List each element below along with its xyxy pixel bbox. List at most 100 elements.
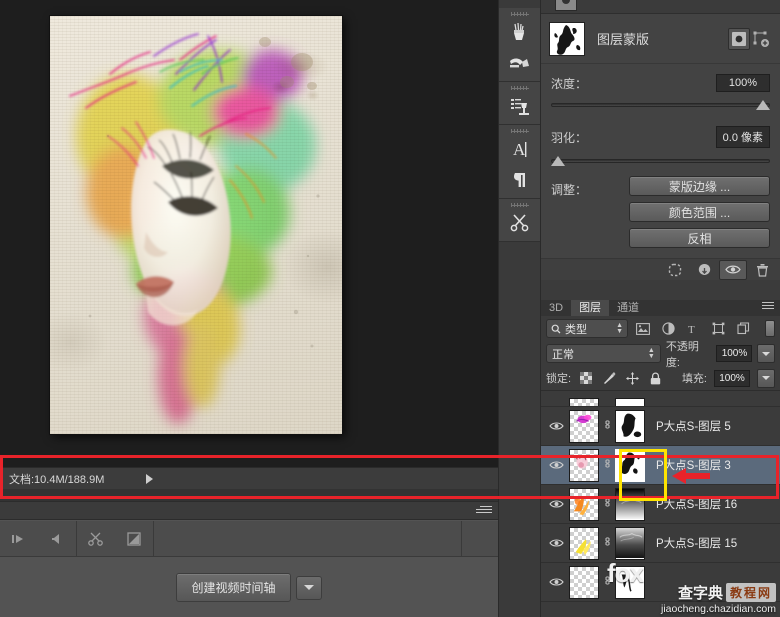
feather-value[interactable]: 0.0 像素 xyxy=(715,126,770,148)
layer-filter-select[interactable]: 类型 ▲ ▼ xyxy=(546,319,628,338)
tab-3d[interactable]: 3D xyxy=(541,300,571,316)
density-slider-track xyxy=(551,103,770,107)
document-status-bar[interactable]: 文档:10.4M/188.9M xyxy=(0,467,498,489)
fill-dropdown[interactable] xyxy=(757,368,775,388)
fill-value[interactable]: 100% xyxy=(714,369,750,387)
layer-name[interactable]: P大点S-图层 5 xyxy=(656,418,731,434)
type-tool[interactable]: A xyxy=(499,133,540,164)
link-icon[interactable] xyxy=(599,418,615,434)
layer-mask-thumbnail[interactable] xyxy=(615,487,645,521)
smartobject-filter-icon[interactable] xyxy=(733,319,753,338)
feather-slider-knob[interactable] xyxy=(551,156,565,166)
brush-tool[interactable] xyxy=(499,16,540,47)
shape-filter-icon[interactable] xyxy=(708,319,728,338)
gradient-tool[interactable] xyxy=(499,47,540,78)
layer-visibility-toggle[interactable] xyxy=(543,577,569,587)
photoshop-window: 文档:10.4M/188.9M 创建视频时间轴 A 图层蒙版 浓度： 100% … xyxy=(0,0,780,617)
tool-group-type: A xyxy=(499,125,540,199)
layer-name[interactable]: P大点S-图层 15 xyxy=(656,535,737,551)
link-icon[interactable] xyxy=(599,457,615,473)
layer-visibility-toggle[interactable] xyxy=(543,421,569,431)
layers-tab-bar: 3D 图层 通道 xyxy=(541,300,780,316)
create-video-timeline-button[interactable]: 创建视频时间轴 xyxy=(176,573,291,602)
tool-group-slice xyxy=(499,199,540,242)
tab-channels[interactable]: 通道 xyxy=(609,300,647,316)
toggle-mask-icon[interactable] xyxy=(719,259,747,280)
density-slider-knob[interactable] xyxy=(756,100,770,110)
canvas-area[interactable] xyxy=(0,0,498,467)
table-row[interactable]: P大点S-图层 15 xyxy=(541,524,780,563)
panel-menu-icon[interactable] xyxy=(476,506,492,517)
opacity-label: 不透明度: xyxy=(665,340,699,369)
audio-button[interactable] xyxy=(38,521,76,557)
tool-group-grip[interactable] xyxy=(499,8,540,16)
layer-mask-thumbnail[interactable] xyxy=(615,409,645,443)
layer-visibility-toggle[interactable] xyxy=(543,499,569,509)
link-icon[interactable] xyxy=(599,496,615,512)
pixel-mask-button[interactable] xyxy=(728,27,750,50)
apply-mask-icon[interactable] xyxy=(690,260,718,280)
invert-button[interactable]: 反相 xyxy=(629,228,770,248)
tab-layers[interactable]: 图层 xyxy=(571,300,610,316)
layer-mask-thumbnail[interactable] xyxy=(549,21,585,56)
adjustment-filter-icon[interactable] xyxy=(658,319,678,338)
transition-button[interactable] xyxy=(115,521,153,557)
layer-thumbnail[interactable] xyxy=(569,565,599,599)
layer-mask-thumbnail[interactable] xyxy=(615,526,645,560)
lock-position-icon[interactable] xyxy=(624,370,640,386)
layer-row-partial[interactable] xyxy=(541,397,780,407)
layer-thumbnail[interactable] xyxy=(569,487,599,521)
timeline-track-area[interactable] xyxy=(154,521,461,557)
opacity-value[interactable]: 100% xyxy=(716,345,753,362)
history-brush-tool[interactable] xyxy=(499,90,540,121)
link-icon[interactable] xyxy=(599,535,615,551)
tool-group-grip-4[interactable] xyxy=(499,199,540,207)
properties-panel: 图层蒙版 浓度： 100% 羽化： 0.0 像素 调整： 蒙版边缘 ... 颜色… xyxy=(541,14,780,280)
play-button[interactable] xyxy=(0,521,38,557)
artboard[interactable] xyxy=(50,16,342,434)
layer-visibility-toggle[interactable] xyxy=(543,538,569,548)
lock-image-icon[interactable] xyxy=(601,370,617,386)
layer-mask-thumbnail-partial[interactable] xyxy=(615,398,645,406)
load-selection-icon[interactable] xyxy=(661,260,689,280)
create-timeline-dropdown[interactable] xyxy=(295,575,322,600)
create-timeline-row: 创建视频时间轴 xyxy=(0,557,498,617)
vector-mask-button[interactable] xyxy=(750,28,772,50)
feather-row: 羽化： 0.0 像素 xyxy=(541,112,780,168)
table-row[interactable]: P大点S-图层 3 xyxy=(541,446,780,485)
table-row[interactable]: P大点S-图层 16 xyxy=(541,485,780,524)
blend-mode-select[interactable]: 正常 ▲ ▼ xyxy=(546,344,661,363)
type-filter-icon[interactable]: T xyxy=(683,319,703,338)
layer-thumbnail-partial[interactable] xyxy=(569,398,599,406)
layer-thumbnail[interactable] xyxy=(569,409,599,443)
properties-footer xyxy=(541,258,780,280)
play-triangle-icon[interactable] xyxy=(146,473,154,484)
feather-slider[interactable] xyxy=(551,154,770,168)
canvas-horizontal-scrollbar[interactable] xyxy=(0,489,498,501)
density-slider[interactable] xyxy=(551,98,770,112)
opacity-dropdown[interactable] xyxy=(757,344,775,363)
properties-title: 图层蒙版 xyxy=(597,32,650,47)
layer-visibility-toggle[interactable] xyxy=(543,460,569,470)
lock-transparency-icon[interactable] xyxy=(578,370,594,386)
artwork-image xyxy=(69,33,320,424)
lock-all-icon[interactable] xyxy=(647,370,663,386)
tool-group-grip-3[interactable] xyxy=(499,125,540,133)
filter-enable-toggle[interactable] xyxy=(765,320,775,337)
mask-edge-button[interactable]: 蒙版边缘 ... xyxy=(629,176,770,196)
table-row[interactable]: P大点S-图层 5 xyxy=(541,407,780,446)
properties-top-strip: 蒙版 xyxy=(541,0,780,14)
tool-group-grip-2[interactable] xyxy=(499,82,540,90)
delete-mask-icon[interactable] xyxy=(748,260,776,280)
color-range-button[interactable]: 颜色范围 ... xyxy=(629,202,770,222)
paragraph-tool[interactable] xyxy=(499,164,540,195)
layer-thumbnail[interactable] xyxy=(569,526,599,560)
panel-menu-icon[interactable] xyxy=(762,302,776,312)
layer-thumbnail[interactable] xyxy=(569,448,599,482)
layer-name[interactable]: P大点S-图层 16 xyxy=(656,496,737,512)
image-filter-icon[interactable] xyxy=(633,319,653,338)
layer-mask-thumbnail[interactable] xyxy=(615,448,645,482)
slice-tool[interactable] xyxy=(499,207,540,238)
density-value[interactable]: 100% xyxy=(716,74,770,92)
split-button[interactable] xyxy=(77,521,115,557)
